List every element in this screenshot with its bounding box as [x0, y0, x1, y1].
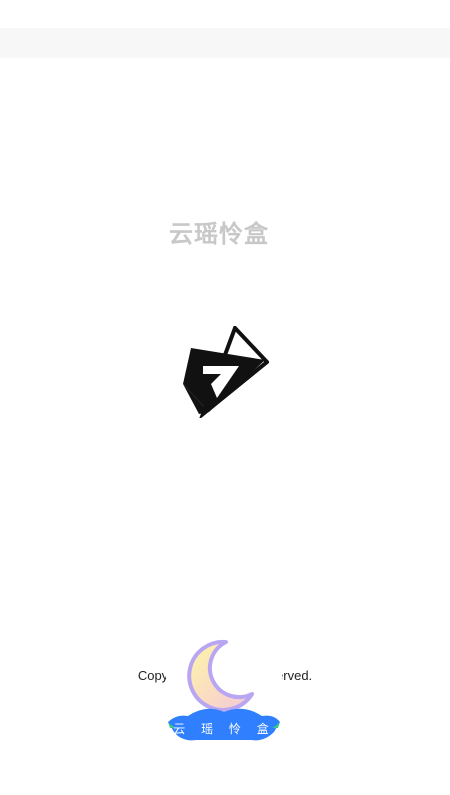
star-logo-icon — [183, 326, 269, 418]
app-badge: 云 瑶 怜 盒 — [166, 628, 282, 744]
app-title: 云瑶怜盒 — [169, 220, 269, 248]
status-bar — [0, 0, 450, 28]
badge-label: 云 瑶 怜 盒 — [173, 722, 275, 736]
top-band — [0, 28, 450, 58]
